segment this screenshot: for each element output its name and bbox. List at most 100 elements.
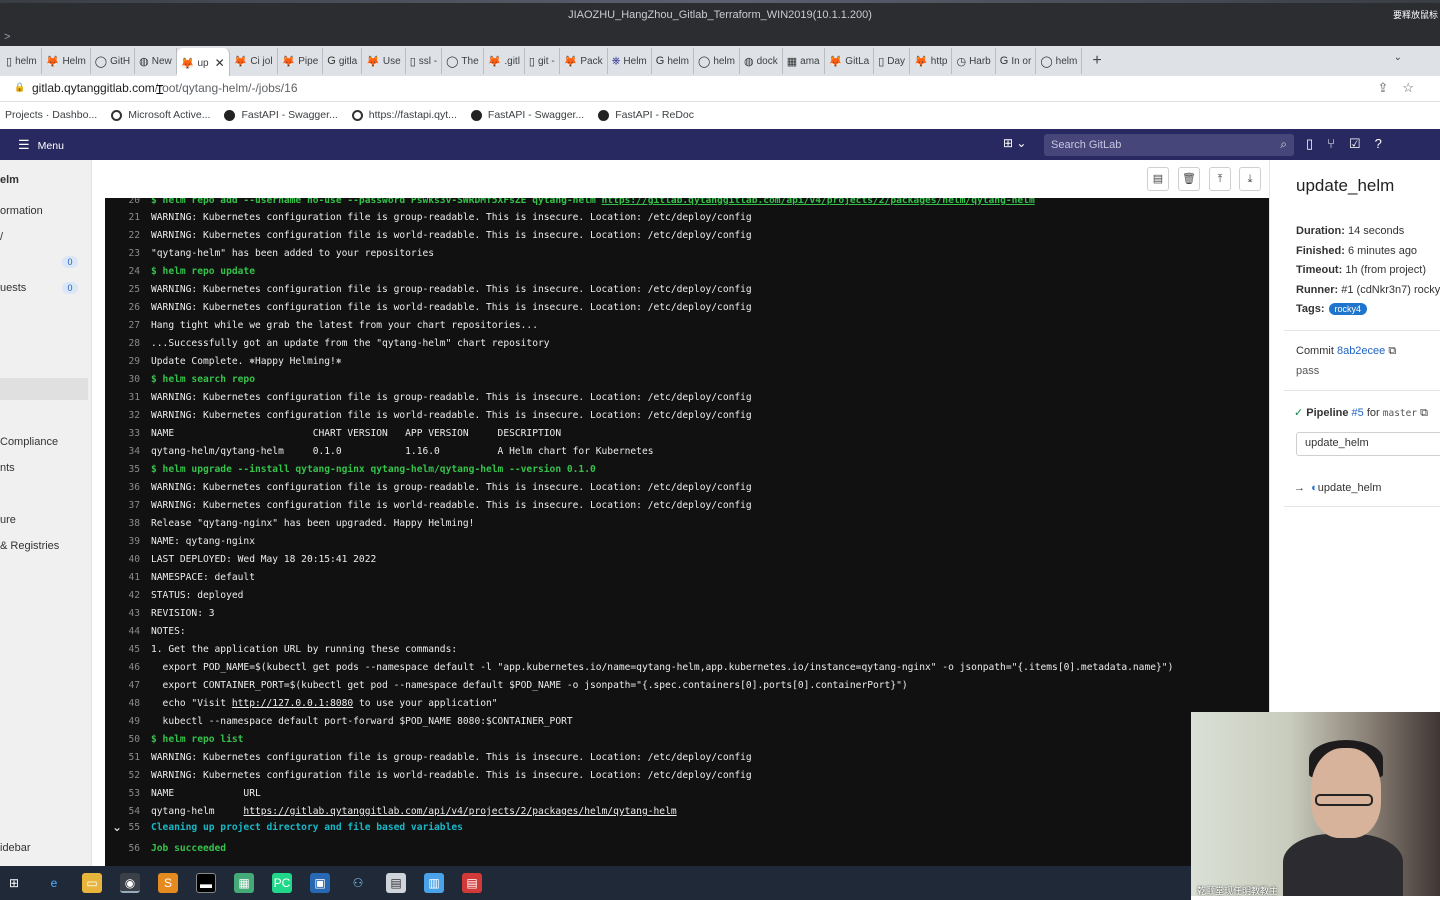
browser-tab[interactable]: ◯ GitH (91, 48, 136, 74)
tab-search-chevron-icon[interactable]: ⌄ (1394, 52, 1402, 63)
log-line-number[interactable]: 34 (105, 443, 151, 461)
menu-button[interactable]: ☰ Menu (18, 137, 64, 153)
log-line-number[interactable]: 32 (105, 407, 151, 425)
log-line-number[interactable]: 47 (105, 677, 151, 695)
log-line-number[interactable]: 33 (105, 425, 151, 443)
browser-tab[interactable]: ◯ helm (1036, 48, 1083, 74)
log-line-number[interactable]: 48 (105, 695, 151, 713)
bookmark-item[interactable]: https://fastapi.qyt... (351, 109, 457, 121)
browser-tab[interactable]: ◍ New (135, 48, 177, 74)
url-text[interactable]: gitlab.qytanggitlab.com/root/qytang-helm… (32, 81, 298, 95)
image-tool-icon[interactable]: ▦ (234, 873, 254, 893)
log-line-number[interactable]: 36 (105, 479, 151, 497)
browser-tab[interactable]: ▯ git - (525, 48, 560, 74)
log-line-number[interactable]: 28 (105, 335, 151, 353)
log-line-number[interactable]: 50 (105, 731, 151, 749)
log-line-number[interactable]: 21 (105, 209, 151, 227)
browser-tab[interactable]: 🦊 Pack (560, 48, 608, 74)
issues-icon[interactable]: ▯ (1306, 136, 1327, 151)
sublime-icon[interactable]: S (158, 873, 178, 893)
log-link[interactable]: https://gitlab.qytanggitlab.com/api/v4/p… (602, 198, 1035, 206)
chrome-icon[interactable]: ◉ (120, 873, 140, 893)
pipeline-ref[interactable]: master (1383, 408, 1417, 419)
browser-tab[interactable]: Ggitla (323, 48, 363, 74)
documents-icon[interactable]: ▤ (386, 873, 406, 893)
browser-tab[interactable]: Ghelm (652, 48, 694, 74)
log-line-number[interactable]: 40 (105, 551, 151, 569)
sidebar-item[interactable]: ure (0, 514, 16, 526)
merge-requests-icon[interactable]: ⑂ (1327, 136, 1349, 151)
log-line-number[interactable]: 51 (105, 749, 151, 767)
lock-icon[interactable]: 🔒 (14, 82, 25, 93)
log-line-number[interactable]: 41 (105, 569, 151, 587)
log-line-number[interactable]: 23 (105, 245, 151, 263)
log-line-number[interactable]: 30 (105, 371, 151, 389)
copy-icon[interactable]: ⧉ (1388, 345, 1396, 357)
log-line-number[interactable]: 29 (105, 353, 151, 371)
log-line-number[interactable]: 56 (105, 840, 151, 858)
log-line-number[interactable]: 37 (105, 497, 151, 515)
log-line-number[interactable]: 22 (105, 227, 151, 245)
new-dropdown-icon[interactable]: ⊞ ⌄ (1003, 136, 1026, 150)
scroll-bottom-icon[interactable]: ⤓ (1239, 167, 1261, 191)
browser-tab[interactable]: 🦊 Helm (42, 48, 91, 74)
scroll-top-icon[interactable]: ⤒ (1209, 167, 1231, 191)
bookmark-item[interactable]: FastAPI - ReDoc (598, 109, 694, 121)
bookmark-item[interactable]: FastAPI - Swagger... (470, 109, 584, 121)
bookmark-item[interactable]: Microsoft Active... (111, 109, 210, 121)
browser-tab[interactable]: ▦ ama (783, 48, 825, 74)
close-icon[interactable]: ✕ (215, 56, 225, 70)
sidebar-item[interactable]: & Registries (0, 540, 59, 552)
browser-tab[interactable]: 🦊 Pipe (278, 48, 324, 74)
log-line-number[interactable]: 31 (105, 389, 151, 407)
sidebar-item[interactable]: ormation (0, 205, 43, 217)
commit-sha-link[interactable]: 8ab2ecee (1337, 345, 1385, 357)
bookmark-star-icon[interactable]: ☆ (1402, 80, 1428, 95)
log-line-number[interactable]: 43 (105, 605, 151, 623)
browser-tab[interactable]: 🦊 .gitl (484, 48, 525, 74)
browser-tab[interactable]: ▯ ssl - (406, 48, 443, 74)
browser-tab[interactable]: ◯ helm (694, 48, 740, 74)
log-link[interactable]: http://127.0.0.1:8080 (232, 698, 353, 709)
network-icon[interactable]: ⚇ (348, 873, 368, 893)
pycharm-icon[interactable]: PC (272, 873, 292, 893)
copy-icon[interactable]: ⧉ (1420, 407, 1428, 419)
browser-tab[interactable]: 🦊 Ci jol (230, 48, 278, 74)
pipeline-link[interactable]: #5 (1352, 407, 1364, 419)
bookmark-item[interactable]: Projects · Dashbo... (5, 109, 97, 121)
log-line-number[interactable]: 46 (105, 659, 151, 677)
log-line-number[interactable]: 35 (105, 461, 151, 479)
new-tab-button[interactable]: + (1082, 52, 1111, 70)
browser-tab[interactable]: ▯ Day (874, 48, 911, 74)
log-line-number[interactable]: 24 (105, 263, 151, 281)
log-line-number[interactable]: 27 (105, 317, 151, 335)
collapse-section-icon[interactable]: ⌄ (112, 820, 122, 834)
remote-desktop-icon[interactable]: ▣ (310, 873, 330, 893)
raw-log-icon[interactable]: ▤ (1147, 167, 1169, 191)
app-icon[interactable]: ▥ (424, 873, 444, 893)
browser-tab[interactable]: ◯ The (442, 48, 484, 74)
sidebar-item[interactable]: elm (0, 174, 19, 186)
log-line-number[interactable]: 52 (105, 767, 151, 785)
log-link[interactable]: https://gitlab.qytanggitlab.com/api/v4/p… (243, 806, 676, 817)
browser-tab[interactable]: ◷ Harb (952, 48, 996, 74)
browser-tab[interactable]: ◍ dock (740, 48, 783, 74)
log-line-number[interactable]: 53 (105, 785, 151, 803)
log-line-number[interactable]: 39 (105, 533, 151, 551)
log-line-number[interactable]: 38 (105, 515, 151, 533)
browser-tab[interactable]: G In or (996, 48, 1037, 74)
browser-tab[interactable]: ⎈ Helm (608, 48, 652, 74)
expand-chevron-icon[interactable]: > (4, 31, 10, 43)
address-bar[interactable]: 🔒 gitlab.qytanggitlab.com/root/qytang-he… (0, 76, 1440, 102)
stage-dropdown[interactable]: update_helm (1296, 432, 1440, 456)
browser-tab[interactable]: 🦊 GitLa (825, 48, 875, 74)
sidebar-item[interactable]: nts (0, 462, 15, 474)
sidebar-item[interactable]: uests (0, 282, 26, 294)
log-line-number[interactable]: 44 (105, 623, 151, 641)
bookmark-item[interactable]: FastAPI - Swagger... (224, 109, 338, 121)
log-line-number[interactable]: 25 (105, 281, 151, 299)
terminal-icon[interactable]: ▬ (196, 873, 216, 893)
browser-tab[interactable]: ▯ helm (2, 48, 42, 74)
sidebar-item[interactable]: Compliance (0, 436, 58, 448)
share-icon[interactable]: ⇪ (1377, 80, 1402, 95)
